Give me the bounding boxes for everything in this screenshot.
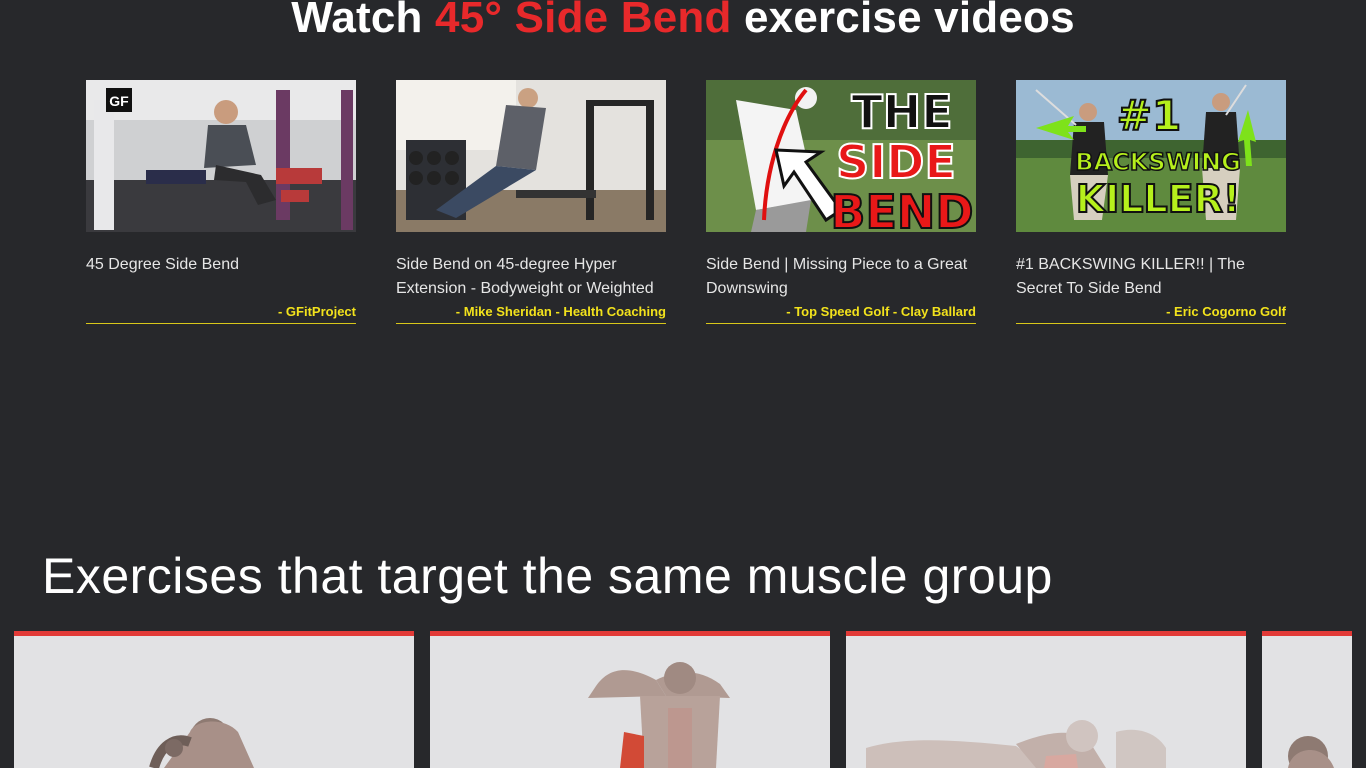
video-card[interactable]: Side Bend on 45-degree Hyper Extension -… [396, 80, 666, 324]
video-thumbnail[interactable]: THE SIDE BEND [706, 80, 976, 232]
video-card[interactable]: #1 BACKSWING KILLER! #1 BACKSWING KILLER… [1016, 80, 1286, 324]
divider [706, 323, 976, 324]
video-thumbnail[interactable]: #1 BACKSWING KILLER! [1016, 80, 1286, 232]
video-title[interactable]: Side Bend | Missing Piece to a Great Dow… [706, 253, 976, 301]
divider [86, 323, 356, 324]
video-thumbnail[interactable]: GF [86, 80, 356, 232]
exercises-heading: Exercises that target the same muscle gr… [42, 548, 1053, 604]
oblique-crunch-figure-illustration-icon [430, 636, 830, 768]
partial-figure-illustration-icon [1262, 636, 1352, 768]
exercise-card[interactable] [430, 631, 830, 768]
video-thumbnail[interactable] [396, 80, 666, 232]
thumbnail-text-line: BACKSWING [1075, 148, 1241, 176]
videos-heading: Watch 45° Side Bend exercise videos [0, 0, 1366, 48]
heading-suffix: exercise videos [731, 0, 1075, 42]
video-author[interactable]: - Eric Cogorno Golf [1166, 304, 1286, 319]
heading-accent: 45° Side Bend [435, 0, 732, 42]
video-author[interactable]: - Mike Sheridan - Health Coaching [456, 304, 666, 319]
video-title[interactable]: #1 BACKSWING KILLER!! | The Secret To Si… [1016, 253, 1286, 301]
thumbnail-badge: GF [109, 93, 129, 109]
video-title[interactable]: 45 Degree Side Bend [86, 253, 356, 277]
gym-hyperextension-thumbnail-icon: GF [86, 80, 356, 232]
thumbnail-text-line: SIDE [836, 135, 956, 189]
thumbnail-text-line: #1 [1117, 91, 1181, 140]
lying-twist-figure-illustration-icon [846, 636, 1246, 768]
golf-backswing-thumbnail-icon: #1 BACKSWING KILLER! [1016, 80, 1286, 232]
heading-prefix: Watch [291, 0, 436, 42]
divider [396, 323, 666, 324]
video-author[interactable]: - GFitProject [278, 304, 356, 319]
divider [1016, 323, 1286, 324]
exercise-card[interactable] [14, 631, 414, 768]
thumbnail-text-line: BEND [830, 185, 973, 232]
video-card[interactable]: THE SIDE BEND Side Bend | Missing Piece … [706, 80, 976, 324]
golf-side-bend-thumbnail-icon: THE SIDE BEND [706, 80, 976, 232]
thumbnail-text-line: KILLER! [1076, 177, 1241, 221]
video-card[interactable]: GF 45 Degree Side Bend - GFitProject [86, 80, 356, 324]
exercise-card[interactable] [1262, 631, 1352, 768]
video-author[interactable]: - Top Speed Golf - Clay Ballard [786, 304, 976, 319]
thumbnail-text-line: THE [851, 85, 952, 139]
exercise-card[interactable] [846, 631, 1246, 768]
page: Watch 45° Side Bend exercise videos GF 4… [0, 0, 1366, 768]
home-gym-hyperextension-thumbnail-icon [396, 80, 666, 232]
side-crunch-figure-illustration-icon [14, 636, 414, 768]
video-title[interactable]: Side Bend on 45-degree Hyper Extension -… [396, 253, 666, 301]
